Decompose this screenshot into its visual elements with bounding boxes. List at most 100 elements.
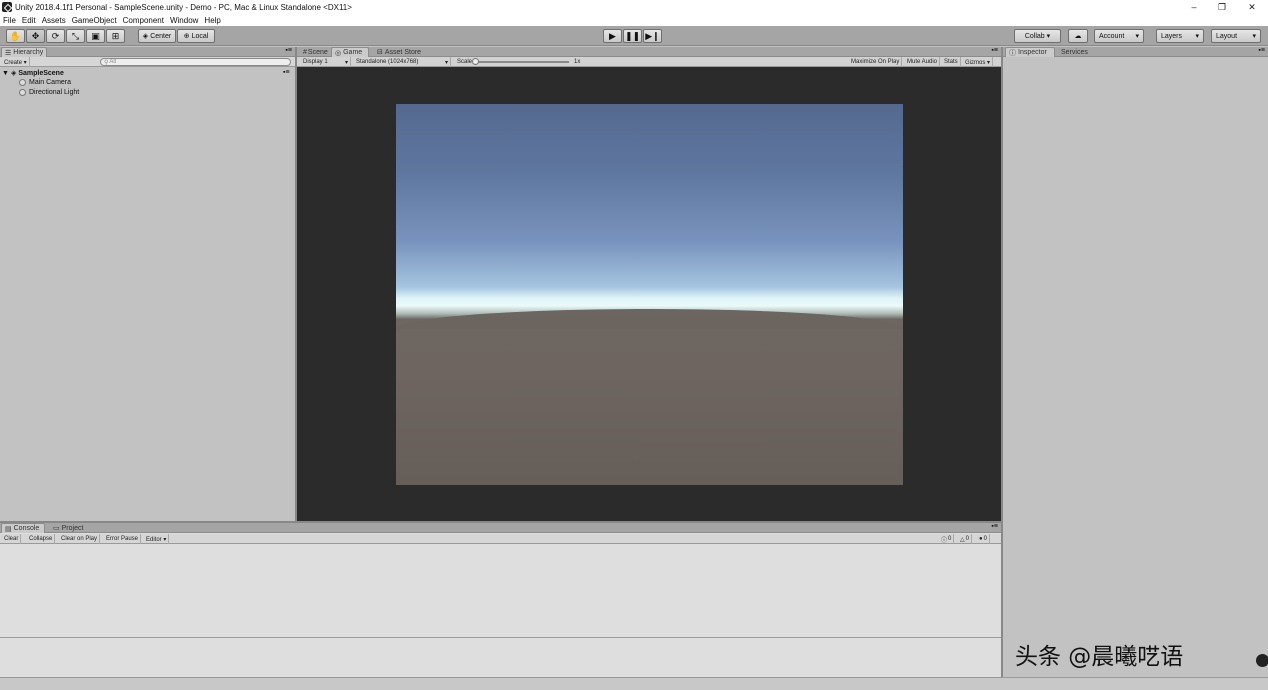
collab-label: Collab ▾ xyxy=(1024,33,1051,40)
layout-dropdown[interactable]: Layout ▾ xyxy=(1211,29,1261,43)
layers-dropdown[interactable]: Layers ▾ xyxy=(1156,29,1204,43)
tab-scene[interactable]: # Scene xyxy=(300,47,331,57)
transform-tool-button[interactable]: ⊞ xyxy=(106,29,125,43)
account-label: Account xyxy=(1099,32,1125,40)
menu-assets[interactable]: Assets xyxy=(42,16,66,25)
collab-button[interactable]: Collab ▾ xyxy=(1014,29,1061,43)
display-dropdown[interactable]: Display 1 ▾ xyxy=(301,57,351,67)
tab-console[interactable]: ▤ Console xyxy=(1,523,45,533)
panel-menu-icon[interactable]: ▪≡ xyxy=(991,47,998,54)
rotate-tool-button[interactable]: ⟳ xyxy=(46,29,65,43)
menu-help[interactable]: Help xyxy=(204,16,220,25)
floating-circle-icon[interactable] xyxy=(1256,654,1268,667)
move-tool-button[interactable]: ✥ xyxy=(26,29,45,43)
chevron-down-icon: ▾ xyxy=(344,59,348,66)
pause-button[interactable]: ❚❚ xyxy=(623,29,642,43)
warning-count: 0 xyxy=(965,536,969,542)
minimize-button[interactable]: – xyxy=(1180,0,1208,14)
pivot-center-button[interactable]: ◈ Center xyxy=(138,29,176,43)
hierarchy-search-input[interactable]: ⚲ All xyxy=(100,58,291,66)
restore-button[interactable]: ❐ xyxy=(1208,0,1236,14)
pivot-icon: ◈ xyxy=(142,33,149,40)
scene-menu-icon[interactable]: ▪≡ xyxy=(283,69,290,76)
mute-audio-button[interactable]: Mute Audio xyxy=(905,57,941,67)
display-label: Display 1 xyxy=(303,59,328,65)
tab-inspector[interactable]: ⓘ Inspector xyxy=(1005,47,1055,57)
tab-console-label: Console xyxy=(13,525,40,532)
space-local-button[interactable]: ⊕ Local xyxy=(177,29,215,43)
hand-tool-button[interactable]: ✋ xyxy=(6,29,25,43)
status-bar xyxy=(0,677,1268,690)
menu-window[interactable]: Window xyxy=(170,16,198,25)
clear-button[interactable]: Clear xyxy=(2,534,22,544)
pause-icon: ❚❚ xyxy=(624,30,641,41)
rect-icon: ▣ xyxy=(91,30,100,41)
hierarchy-item[interactable]: Main Camera xyxy=(19,79,71,86)
cloud-button[interactable]: ☁ xyxy=(1068,29,1088,43)
layout-label: Layout xyxy=(1216,32,1238,40)
clear-on-play-button[interactable]: Clear on Play xyxy=(59,534,101,544)
resolution-dropdown[interactable]: Standalone (1024x768) ▾ xyxy=(354,57,451,67)
watermark-text: 头条 @晨曦呓语 xyxy=(1015,644,1184,670)
menu-file[interactable]: File xyxy=(3,16,16,25)
close-button[interactable]: ✕ xyxy=(1238,0,1266,14)
game-view-panel: # Scene ◎ Game ⊟ Asset Store ▪≡ Display 1 ▾ … xyxy=(297,47,1001,522)
menu-edit[interactable]: Edit xyxy=(22,16,36,25)
info-count-toggle[interactable]: ⓘ 0 xyxy=(939,534,955,544)
step-button[interactable]: ▶❙ xyxy=(643,29,662,43)
play-icon: ▶ xyxy=(609,30,616,41)
list-icon: ☰ xyxy=(5,49,12,57)
layers-label: Layers xyxy=(1161,32,1183,40)
stats-button[interactable]: Stats xyxy=(942,57,961,67)
game-view-tabbar: # Scene ◎ Game ⊟ Asset Store ▪≡ xyxy=(297,47,1001,57)
hierarchy-item[interactable]: Directional Light xyxy=(19,89,79,96)
scale-slider-track[interactable] xyxy=(475,61,569,63)
error-pause-button[interactable]: Error Pause xyxy=(104,534,142,544)
tab-hierarchy-label: Hierarchy xyxy=(13,49,44,56)
tab-scene-label: Scene xyxy=(307,48,328,56)
game-viewport[interactable] xyxy=(396,104,903,485)
step-icon: ▶❙ xyxy=(645,30,660,41)
unity-logo-icon xyxy=(2,2,12,12)
unity-scene-icon: ◈ xyxy=(10,70,17,77)
tab-hierarchy[interactable]: ☰ Hierarchy xyxy=(1,47,47,57)
error-icon: ● xyxy=(979,536,983,542)
scale-tool-button[interactable]: ⤡ xyxy=(66,29,85,43)
tab-services[interactable]: Services xyxy=(1058,47,1091,57)
menu-gameobject[interactable]: GameObject xyxy=(72,16,117,25)
inspector-tabbar: ⓘ Inspector Services ▪≡ xyxy=(1003,47,1268,57)
play-button[interactable]: ▶ xyxy=(603,29,622,43)
warning-count-toggle[interactable]: △ 0 xyxy=(958,534,972,544)
gizmos-button[interactable]: Gizmos ▾ xyxy=(963,57,994,67)
error-count-toggle[interactable]: ● 0 xyxy=(977,534,990,544)
chevron-down-icon: ▾ xyxy=(1135,33,1139,40)
console-panel: ▤ Console ▭ Project ▪≡ Clear Collapse Clea… xyxy=(0,523,1001,677)
menu-component[interactable]: Component xyxy=(123,16,164,25)
info-count: 0 xyxy=(948,536,952,542)
scene-root[interactable]: ▼ ◈ SampleScene xyxy=(2,69,64,78)
info-icon: ⓘ xyxy=(1009,49,1016,57)
transform-icon: ⊞ xyxy=(111,30,120,41)
account-dropdown[interactable]: Account ▾ xyxy=(1094,29,1144,43)
scale-slider-thumb[interactable] xyxy=(472,58,479,65)
collapse-button[interactable]: Collapse xyxy=(27,534,56,544)
create-button[interactable]: Create ▾ xyxy=(2,57,30,67)
tab-project[interactable]: ▭ Project xyxy=(50,523,86,533)
tab-asset-store[interactable]: ⊟ Asset Store xyxy=(374,47,424,57)
rect-tool-button[interactable]: ▣ xyxy=(86,29,105,43)
gameobject-icon xyxy=(19,79,26,86)
panel-menu-icon[interactable]: ▪≡ xyxy=(285,47,292,54)
search-placeholder: All xyxy=(109,59,117,65)
panel-menu-icon[interactable]: ▪≡ xyxy=(1258,47,1265,54)
console-detail-divider[interactable] xyxy=(0,637,1001,638)
menu-bar: File Edit Assets GameObject Component Wi… xyxy=(0,14,1268,26)
gameobject-icon xyxy=(19,89,26,96)
console-toolbar: Clear Collapse Clear on Play Error Pause… xyxy=(0,534,1001,544)
maximize-on-play-button[interactable]: Maximize On Play xyxy=(849,57,903,67)
rotate-icon: ⟳ xyxy=(51,30,60,41)
hierarchy-item-label: Directional Light xyxy=(29,89,80,96)
tab-game[interactable]: ◎ Game xyxy=(331,47,369,57)
editor-dropdown[interactable]: Editor ▾ xyxy=(144,534,170,544)
panel-menu-icon[interactable]: ▪≡ xyxy=(991,523,998,530)
error-count: 0 xyxy=(983,536,987,542)
